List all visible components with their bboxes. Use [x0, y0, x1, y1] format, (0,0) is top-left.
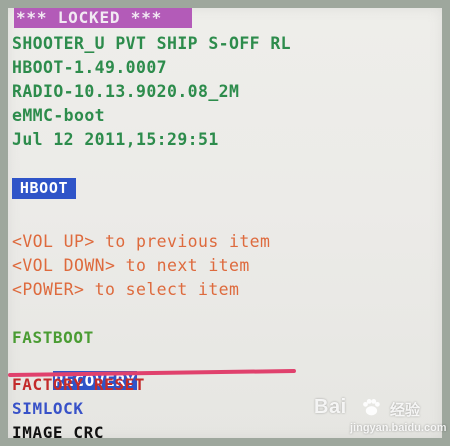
menu-item-factory-reset[interactable]: FACTORY RESET: [12, 374, 145, 395]
watermark-url: jingyan.baidu.com: [350, 422, 447, 434]
hboot-version-line: HBOOT-1.49.0007: [12, 58, 168, 77]
instruction-vol-up: <VOL UP> to previous item: [12, 232, 271, 251]
baidu-watermark: Bai 经验 jingyan.baidu.com: [310, 396, 447, 442]
build-date-line: Jul 12 2011,15:29:51: [12, 130, 219, 149]
menu-item-fastboot[interactable]: FASTBOOT: [12, 327, 94, 348]
locked-status-bar: *** LOCKED ***: [14, 8, 192, 28]
watermark-sub: 经验: [390, 402, 421, 419]
bootloader-screen: *** LOCKED *** SHOOTER_U PVT SHIP S-OFF …: [0, 0, 450, 446]
instruction-vol-down: <VOL DOWN> to next item: [12, 256, 250, 275]
menu-item-simlock[interactable]: SIMLOCK: [12, 398, 84, 419]
instruction-power: <POWER> to select item: [12, 280, 240, 299]
menu-title: HBOOT: [12, 178, 76, 199]
device-model-line: SHOOTER_U PVT SHIP S-OFF RL: [12, 34, 292, 53]
watermark-brand: Bai: [314, 396, 347, 418]
menu-item-image-crc[interactable]: IMAGE CRC: [12, 422, 104, 443]
radio-version-line: RADIO-10.13.9020.08_2M: [12, 82, 240, 101]
emmc-boot-line: eMMC-boot: [12, 106, 106, 125]
paw-icon: [363, 399, 380, 416]
